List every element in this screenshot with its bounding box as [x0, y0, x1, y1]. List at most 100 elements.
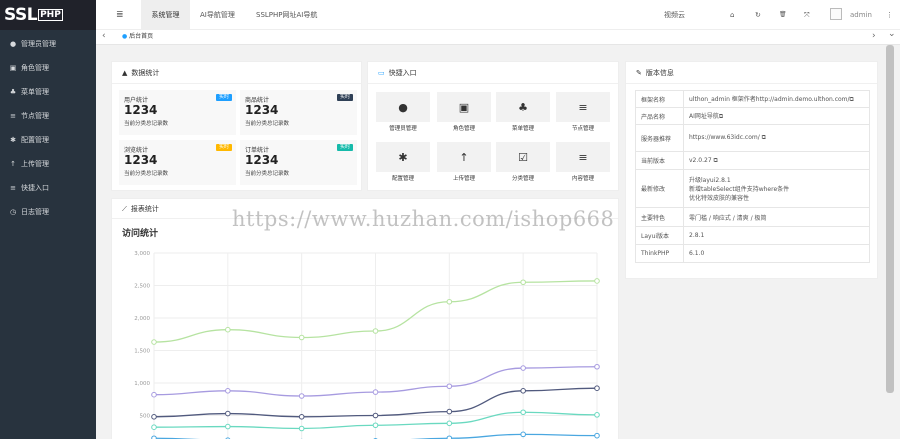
quick-label[interactable]: 上传管理 — [437, 174, 491, 182]
data-point — [520, 431, 526, 438]
data-point — [594, 278, 600, 284]
more-icon[interactable]: ⋮ — [886, 0, 893, 30]
sidebar-item-node[interactable]: ≡ 节点管理 — [0, 104, 96, 128]
tab-down-icon[interactable]: ⌄ — [888, 29, 896, 39]
sidebar-item-role[interactable]: ▣ 角色管理 — [0, 56, 96, 80]
table-row: 最新修改 升级layui2.8.1 新增tableSelect组件支持where条件… — [635, 169, 870, 208]
stat-card-order[interactable]: 订单统计 实时 1234 当前分类总记录数 — [240, 140, 357, 185]
quick-node-icon[interactable]: ≡ — [556, 92, 610, 122]
scrollbar[interactable] — [886, 45, 894, 393]
row-key: Layui版本 — [635, 226, 684, 245]
data-point — [446, 383, 453, 390]
sidebar-item-menu[interactable]: ♣ 菜单管理 — [0, 80, 96, 104]
trash-icon[interactable]: 🗑 — [779, 0, 787, 30]
quick-label[interactable]: 配置管理 — [376, 174, 430, 182]
card-header: ▲ 数据统计 — [112, 62, 361, 84]
stat-card-user[interactable]: 用户统计 实时 1234 当前分类总记录数 — [119, 90, 236, 135]
data-point — [372, 422, 379, 429]
stat-value: 1234 — [124, 103, 158, 117]
user-name[interactable]: admin — [850, 0, 872, 30]
row-key: 服务器推荐 — [635, 124, 684, 152]
quick-label[interactable]: 分类管理 — [496, 174, 550, 182]
row-value: 6.1.0 — [683, 244, 870, 263]
row-value[interactable]: v2.0.27 ⧉ — [683, 151, 870, 170]
y-tick-label: 1,000 — [134, 381, 150, 387]
nav-system[interactable]: 系统管理 — [141, 0, 190, 30]
tree-icon: ♣ — [9, 88, 17, 96]
sidebar-item-label: 快捷入口 — [21, 184, 49, 192]
data-point — [151, 424, 157, 430]
top-bar: ≣ 系统管理 AI导航管理 SSLPHP网址AI导航 视频云 ⌂ ↻ 🗑 ⤧ a… — [96, 0, 900, 30]
quick-upload-icon[interactable]: ↑ — [437, 142, 491, 172]
quick-role-icon[interactable]: ▣ — [437, 92, 491, 122]
quick-menu-icon[interactable]: ♣ — [496, 92, 550, 122]
group-icon: ▣ — [9, 64, 17, 72]
tab-bar: ‹ ● 后台首页 › ⌄ — [96, 29, 900, 45]
nav-sslphp[interactable]: SSLPHP网址AI导航 — [256, 0, 317, 30]
quick-label[interactable]: 内容管理 — [556, 174, 610, 182]
log-icon: ◷ — [9, 208, 17, 216]
list-icon: ≡ — [10, 184, 16, 192]
status-badge: 实时 — [215, 144, 232, 151]
fullscreen-icon[interactable]: ⤧ — [804, 0, 810, 30]
quick-config-icon[interactable]: ✱ — [376, 142, 430, 172]
logo[interactable]: SSL PHP — [0, 0, 96, 30]
row-key: 产品名称 — [635, 107, 684, 125]
sidebar-item-config[interactable]: ✱ 配置管理 — [0, 128, 96, 152]
row-value[interactable]: https://www.63idc.com/ ⧉ — [683, 124, 870, 152]
data-point — [298, 414, 305, 420]
row-value[interactable]: ulthon_admin 框架作者http://admin.demo.ultho… — [683, 90, 870, 108]
card-title: 快捷入口 — [388, 69, 417, 77]
menu-toggle-icon[interactable]: ≣ — [116, 0, 124, 30]
nav-video-cloud[interactable]: 视频云 — [664, 0, 685, 30]
sidebar-item-quick[interactable]: ≡ 快捷入口 — [0, 176, 96, 200]
data-point — [225, 388, 231, 394]
visit-chart: 3,000 2,500 2,000 1,500 1,000 500 — [134, 251, 600, 439]
data-point — [151, 339, 157, 345]
card-title: 报表统计 — [130, 205, 159, 213]
y-tick-label: 500 — [140, 414, 151, 420]
table-row: Layui版本 2.8.1 — [635, 226, 870, 245]
changelog-line: 优化特效皮肤的兼容性 — [689, 195, 750, 202]
quick-label[interactable]: 菜单管理 — [496, 124, 550, 132]
quick-label[interactable]: 角色管理 — [437, 124, 491, 132]
row-value[interactable]: AI网址导航⧉ — [683, 107, 870, 125]
sidebar-item-admin[interactable]: ● 管理员管理 — [0, 32, 96, 56]
sidebar-item-log[interactable]: ◷ 日志管理 — [0, 200, 96, 224]
tab-home-label: 后台首页 — [129, 33, 154, 40]
stat-card-browse[interactable]: 浏览统计 实时 1234 当前分类总记录数 — [119, 140, 236, 185]
quick-admin-icon[interactable]: ● — [376, 92, 430, 122]
row-key: 最新修改 — [635, 169, 684, 208]
data-point — [446, 420, 453, 427]
changelog-line: 新增tableSelect组件支持where条件 — [689, 186, 790, 193]
sidebar-item-label: 节点管理 — [21, 112, 49, 120]
watermark: https://www.huzhan.com/ishop668 — [232, 207, 615, 231]
tab-home[interactable]: ● 后台首页 — [118, 30, 157, 44]
stat-value: 1234 — [245, 153, 279, 167]
quick-category-icon[interactable]: ☑ — [496, 142, 550, 172]
data-point — [298, 425, 305, 432]
table-row: 当前版本 v2.0.27 ⧉ — [635, 151, 870, 170]
nav-ai-nav[interactable]: AI导航管理 — [200, 0, 235, 30]
data-point — [520, 388, 526, 394]
version-table: 框架名称 ulthon_admin 框架作者http://admin.demo.u… — [635, 90, 870, 263]
quick-label[interactable]: 管理员管理 — [376, 124, 430, 132]
tab-next-icon[interactable]: › — [872, 31, 876, 41]
table-row: 主要特色 零门槛 / 响应式 / 清爽 / 极简 — [635, 207, 870, 227]
sidebar-item-label: 配置管理 — [21, 136, 49, 144]
quick-content-icon[interactable]: ≡ — [556, 142, 610, 172]
y-tick-label: 2,500 — [134, 284, 150, 290]
stat-card-goods[interactable]: 商品统计 实时 1234 当前分类总记录数 — [240, 90, 357, 135]
table-row: 服务器推荐 https://www.63idc.com/ ⧉ — [635, 124, 870, 152]
sidebar-item-label: 角色管理 — [21, 64, 49, 72]
tab-prev-icon[interactable]: ‹ — [102, 31, 106, 41]
sidebar-item-upload[interactable]: ↑ 上传管理 — [0, 152, 96, 176]
card-header: ✎ 版本信息 — [626, 62, 877, 84]
upload-icon: ↑ — [10, 160, 16, 168]
avatar[interactable] — [830, 8, 842, 20]
refresh-icon[interactable]: ↻ — [755, 0, 761, 30]
quick-label[interactable]: 节点管理 — [556, 124, 610, 132]
chart-title: 访问统计 — [122, 229, 159, 239]
home-icon[interactable]: ⌂ — [730, 0, 734, 30]
sidebar: SSL PHP ● 管理员管理 ▣ 角色管理 ♣ 菜单管理 ≡ 节点管理 ✱ 配置管理 ↑… — [0, 0, 96, 439]
